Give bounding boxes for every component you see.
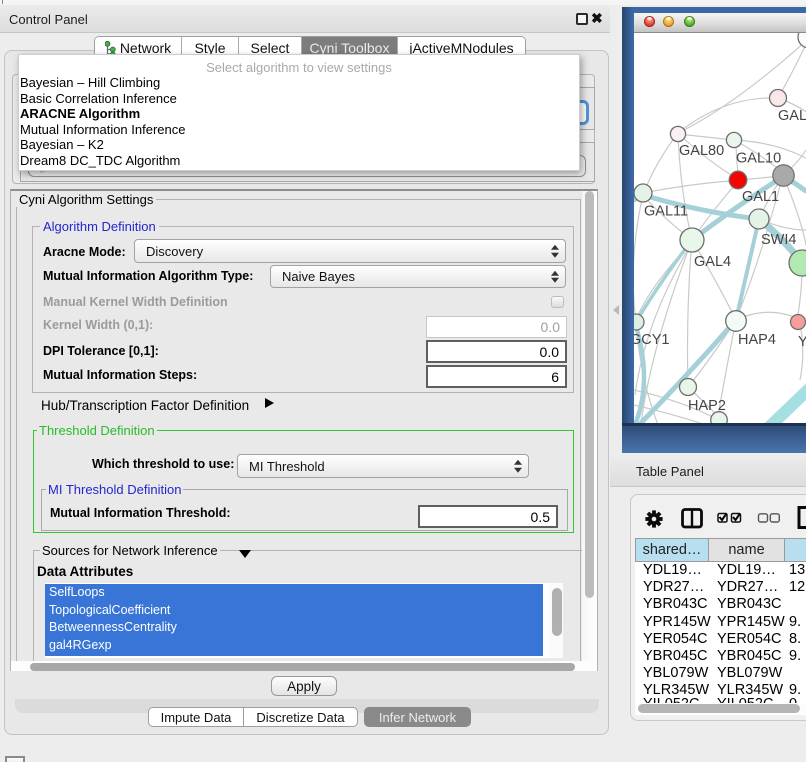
svg-text:GAL11: GAL11 — [644, 204, 688, 220]
svg-text:HAP2: HAP2 — [688, 398, 726, 414]
svg-text:SWI4: SWI4 — [761, 232, 796, 248]
svg-text:GAL10: GAL10 — [736, 151, 781, 167]
svg-text:GAL80: GAL80 — [679, 143, 724, 159]
svg-text:HAP4: HAP4 — [738, 332, 776, 348]
svg-text:GAL1: GAL1 — [742, 189, 779, 205]
svg-text:GAL4: GAL4 — [694, 254, 731, 270]
svg-text:GCY1: GCY1 — [634, 332, 670, 348]
svg-text:YJL: YJL — [798, 334, 806, 350]
svg-text:GAL2: GAL2 — [778, 108, 806, 124]
